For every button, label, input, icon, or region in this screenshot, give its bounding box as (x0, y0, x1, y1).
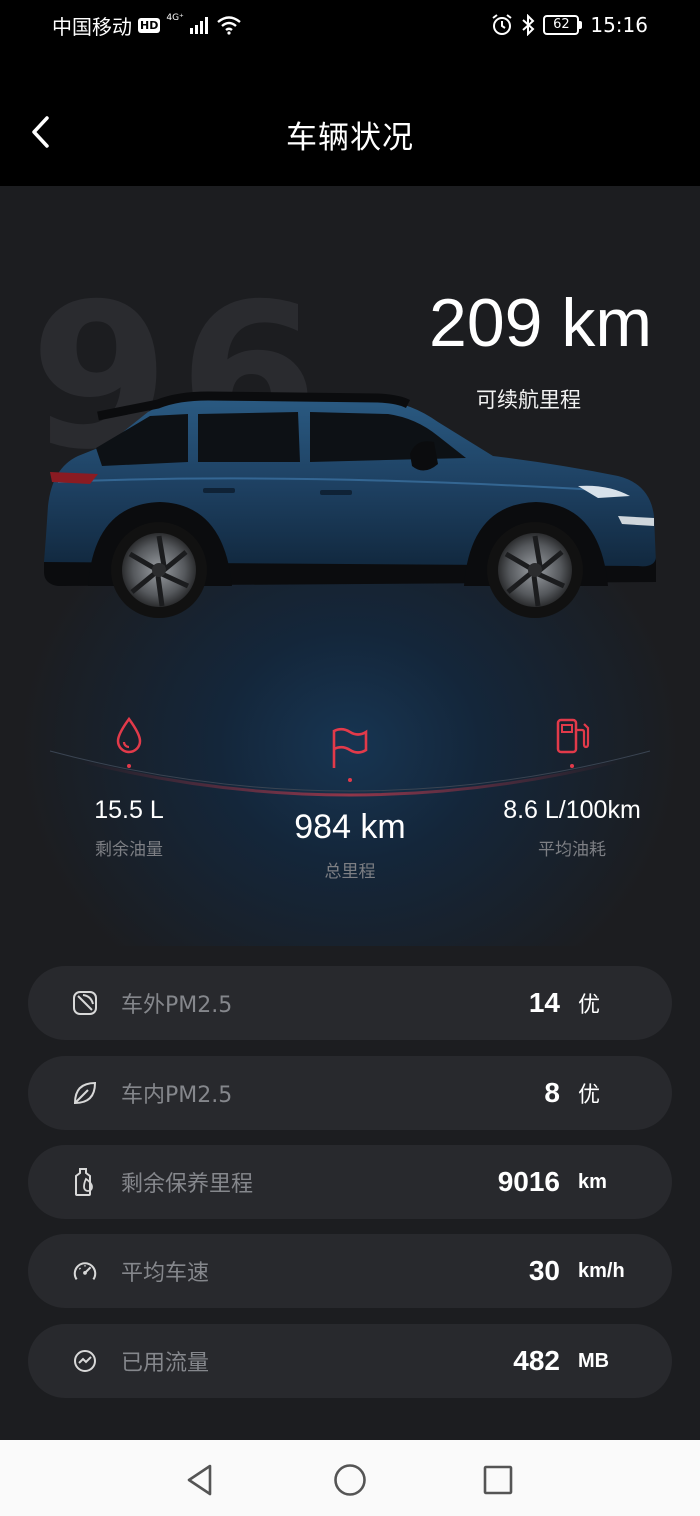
stat-avg-consumption: 8.6 L/100km 平均油耗 (492, 716, 652, 860)
speedometer-icon (72, 1258, 98, 1284)
row-label: 平均车速 (121, 1261, 210, 1286)
data-traffic-icon (72, 1348, 98, 1374)
app-header: 车辆状况 (0, 50, 700, 186)
row-label: 车外PM2.5 (121, 993, 233, 1018)
vehicle-hero: 96 209 km 可续航里程 15.5 L 剩余油量 984 km 总里程 8… (0, 186, 700, 946)
row-unit: km (578, 1170, 607, 1193)
row-data-usage[interactable]: 已用流量 482 MB (28, 1324, 672, 1398)
row-value: 8 (544, 1077, 560, 1108)
battery-level: 62 (543, 15, 580, 35)
car-image (44, 391, 656, 618)
stat-fuel-remaining: 15.5 L 剩余油量 (74, 716, 184, 860)
row-maintenance-mileage[interactable]: 剩余保养里程 9016 km (28, 1145, 672, 1219)
fuel-pump-icon (556, 718, 590, 754)
circle-home-icon (334, 1464, 366, 1496)
stat-value: 8.6 L/100km (503, 796, 641, 824)
oil-bottle-icon (72, 1168, 98, 1196)
stat-value: 15.5 L (94, 796, 164, 824)
network-type: 4G⁺ (166, 13, 184, 23)
nav-recents-button[interactable] (478, 1460, 518, 1500)
wifi-icon (217, 16, 241, 35)
hd-badge: HD (138, 17, 161, 33)
row-average-speed[interactable]: 平均车速 30 km/h (28, 1234, 672, 1308)
row-indoor-pm25[interactable]: 车内PM2.5 8 优 (28, 1056, 672, 1130)
flag-icon (332, 727, 368, 768)
signal-icon (189, 17, 208, 34)
carrier-name: 中国移动 (52, 14, 132, 39)
row-value: 30 (528, 1255, 560, 1286)
indoor-leaf-icon (72, 1080, 98, 1106)
row-unit: MB (578, 1349, 610, 1372)
row-label: 剩余保养里程 (121, 1172, 254, 1197)
row-outdoor-pm25[interactable]: 车外PM2.5 14 优 (28, 966, 672, 1040)
stat-total-mileage: 984 km 总里程 (270, 726, 430, 882)
row-value: 482 (513, 1345, 560, 1376)
square-recents-icon (483, 1465, 513, 1495)
battery-icon: 62 (543, 15, 583, 35)
rear-wheel (111, 522, 207, 618)
fuel-drop-icon (116, 716, 142, 754)
bluetooth-icon (522, 14, 535, 36)
stat-label: 剩余油量 (95, 840, 163, 860)
row-unit: 优 (578, 992, 601, 1017)
range-value: 209 km (429, 285, 652, 361)
row-value: 14 (528, 987, 560, 1018)
page-title: 车辆状况 (286, 120, 414, 156)
row-value: 9016 (497, 1166, 560, 1197)
row-label: 车内PM2.5 (121, 1083, 233, 1108)
stat-label: 总里程 (324, 862, 376, 882)
triangle-back-icon (187, 1464, 212, 1496)
status-bar: 中国移动 HD 4G⁺ 62 15:16 (0, 0, 700, 50)
front-wheel (487, 522, 583, 618)
row-unit: km/h (578, 1259, 625, 1282)
row-label: 已用流量 (121, 1351, 210, 1376)
outdoor-leaf-icon (72, 990, 98, 1016)
stat-label: 平均油耗 (538, 840, 606, 860)
stat-value: 984 km (294, 808, 406, 846)
alarm-icon (492, 14, 512, 35)
nav-back-button[interactable] (180, 1460, 220, 1500)
nav-home-button[interactable] (330, 1460, 370, 1500)
row-unit: 优 (578, 1082, 601, 1107)
system-nav-bar (0, 1440, 700, 1516)
vehicle-status-screen: 中国移动 HD 4G⁺ 62 15:16 车辆状况 96 209 km 可续航里… (0, 0, 700, 1516)
clock: 15:16 (590, 13, 648, 37)
